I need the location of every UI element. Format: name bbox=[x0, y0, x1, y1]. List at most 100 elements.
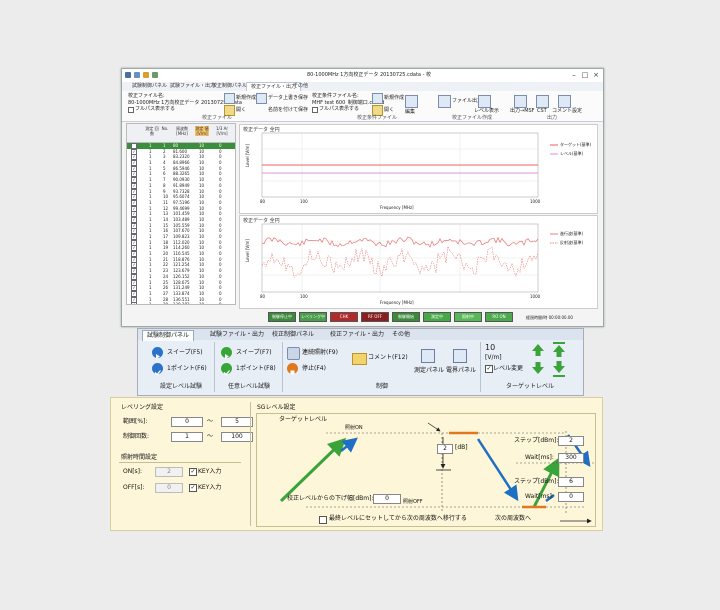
measure-panel-icon[interactable] bbox=[421, 349, 435, 363]
col-header-value[interactable]: 測定 値 [V/m] bbox=[195, 126, 209, 136]
cal-file-label: 校正ファイル名: bbox=[128, 93, 165, 99]
col-header-count[interactable]: 測定 回数 bbox=[145, 126, 159, 136]
divider bbox=[119, 462, 241, 463]
fullpath-checkbox[interactable] bbox=[128, 107, 134, 113]
point-f6-button[interactable]: 1ポイント(F6) bbox=[167, 363, 207, 374]
data-save-label[interactable]: データ上書き保存 bbox=[268, 95, 308, 101]
tab2-cal-file[interactable]: 校正ファイル・出力 bbox=[326, 330, 388, 340]
level-bottom-icon[interactable] bbox=[552, 360, 566, 378]
new-file-icon[interactable] bbox=[224, 93, 235, 104]
sweep-play-icon[interactable] bbox=[152, 347, 163, 359]
chart-bottom-xtick-80: 80 bbox=[260, 294, 266, 299]
field-panel-button[interactable]: 電界パネル bbox=[446, 365, 476, 376]
target-unit: [V/m] bbox=[485, 354, 502, 361]
continuous-icon[interactable] bbox=[287, 347, 300, 360]
level-top-icon[interactable] bbox=[552, 341, 566, 359]
next-freq-label: 次の周波数へ bbox=[495, 515, 532, 522]
open2-label[interactable]: 開く bbox=[384, 107, 394, 113]
new-create2-label[interactable]: 新規作成 bbox=[384, 95, 404, 101]
tab-test-control[interactable]: 試験制御パネル bbox=[128, 82, 171, 91]
off-input[interactable]: 0 bbox=[155, 483, 183, 493]
save-as-label[interactable]: 名前を付けて保存 bbox=[268, 107, 308, 113]
status-ro-on: RO ON bbox=[485, 312, 513, 322]
level-display-icon[interactable] bbox=[478, 95, 491, 108]
cond-file-label: 校正条件ファイル名: bbox=[312, 93, 359, 99]
cst-icon[interactable] bbox=[536, 95, 549, 108]
range-max-input[interactable]: 5 bbox=[221, 417, 253, 427]
output-msf-label[interactable]: 出力→MSF bbox=[510, 108, 535, 114]
comment-icon[interactable] bbox=[352, 353, 367, 365]
close-icon[interactable]: × bbox=[591, 71, 601, 79]
point-f8-button[interactable]: 1ポイント(F8) bbox=[236, 363, 276, 374]
new-create-label[interactable]: 新規作成 bbox=[236, 95, 256, 101]
fullpath2-checkbox[interactable] bbox=[312, 107, 318, 113]
maximize-icon[interactable]: □ bbox=[580, 71, 590, 79]
on-key-label: KEY入力 bbox=[198, 468, 222, 475]
row-checkbox[interactable]: ✓ bbox=[131, 302, 137, 304]
field-panel-icon[interactable] bbox=[453, 349, 467, 363]
comment-setting-label[interactable]: コメント設定 bbox=[552, 108, 582, 114]
status-rf-off: RF OFF bbox=[361, 312, 389, 322]
range-min-input[interactable]: 0 bbox=[171, 417, 203, 427]
status-label: CHK bbox=[339, 314, 349, 319]
level-down-icon[interactable] bbox=[531, 361, 545, 375]
off-key-checkbox[interactable]: ✓ bbox=[189, 484, 197, 492]
wait-input-top[interactable]: 300 bbox=[558, 453, 584, 463]
data-save-icon[interactable] bbox=[256, 93, 267, 104]
col-header-no[interactable]: No. bbox=[160, 126, 170, 131]
save-icon[interactable] bbox=[134, 72, 140, 78]
sweep-f7-button[interactable]: スイープ(F7) bbox=[236, 347, 272, 358]
ribbon-group-cal-file: 校正ファイル bbox=[202, 115, 233, 121]
wait-label-top: Wait[ms]: bbox=[525, 454, 554, 461]
open-label[interactable]: 開く bbox=[236, 107, 246, 113]
col-header-ar[interactable]: 1/3 Ar [V/m] bbox=[213, 126, 231, 136]
tab2-other[interactable]: その他 bbox=[388, 330, 414, 340]
step-input-bottom[interactable]: 6 bbox=[558, 477, 584, 487]
final-level-checkbox[interactable] bbox=[319, 516, 327, 524]
wait-input-bottom[interactable]: 0 bbox=[558, 492, 584, 502]
table-cell: 139.282 bbox=[173, 302, 190, 305]
count-min-input[interactable]: 1 bbox=[171, 432, 203, 442]
tab2-test-file[interactable]: 試験ファイル・出力 bbox=[206, 330, 268, 340]
count-max-input[interactable]: 100 bbox=[221, 432, 253, 442]
cst-label[interactable]: CST bbox=[537, 108, 547, 114]
level-change-checkbox[interactable]: ✓ bbox=[485, 365, 493, 373]
output-msf-icon[interactable] bbox=[514, 95, 527, 108]
new-cond-icon[interactable] bbox=[372, 93, 383, 104]
open-icon[interactable] bbox=[143, 72, 149, 78]
on-input[interactable]: 2 bbox=[155, 467, 183, 477]
legend-top-1: ターゲット(基準) bbox=[560, 142, 592, 147]
db-input[interactable]: 2 bbox=[437, 444, 453, 454]
tab-cal-control[interactable]: 校正制御パネル bbox=[208, 82, 251, 91]
col-header-freq[interactable]: 周波数 [MHz] bbox=[171, 126, 193, 136]
tab-other[interactable]: その他 bbox=[289, 82, 312, 91]
step-input-top[interactable]: 2 bbox=[558, 436, 584, 446]
file-output-icon[interactable] bbox=[438, 95, 451, 108]
measure-panel-button[interactable]: 測定パネル bbox=[414, 365, 444, 376]
lower-input[interactable]: 0 bbox=[373, 494, 401, 504]
edit-label[interactable]: 編集 bbox=[405, 109, 415, 115]
level-up-icon[interactable] bbox=[531, 343, 545, 357]
sweep2-play-icon[interactable] bbox=[221, 347, 232, 359]
undo-icon[interactable] bbox=[152, 72, 158, 78]
sg-diagram bbox=[279, 422, 594, 524]
edit-icon[interactable] bbox=[405, 95, 418, 108]
level-display-label[interactable]: レベル表示 bbox=[474, 108, 499, 114]
db-unit: [dB] bbox=[455, 444, 468, 451]
point2-check-icon[interactable] bbox=[221, 363, 232, 376]
sweep-arrow-2 bbox=[476, 438, 519, 502]
tab2-test-control[interactable]: 試験制御パネル bbox=[142, 330, 195, 341]
target-level-label: ターゲットレベル bbox=[279, 416, 328, 423]
stop-icon[interactable] bbox=[287, 363, 298, 375]
sweep-f5-button[interactable]: スイープ(F5) bbox=[167, 347, 203, 358]
point-check-icon[interactable] bbox=[152, 363, 163, 376]
status-label: 測定中 bbox=[431, 314, 443, 319]
on-key-checkbox[interactable]: ✓ bbox=[189, 468, 197, 476]
table-row[interactable]: ✓ 1 29 139.282 10 0 bbox=[127, 302, 235, 305]
minimize-icon[interactable]: – bbox=[569, 71, 579, 79]
comment-f12-button[interactable]: コメント(F12) bbox=[368, 352, 408, 363]
continuous-f9-button[interactable]: 連続照射(F9) bbox=[302, 347, 338, 358]
comment-setting-icon[interactable] bbox=[558, 95, 571, 108]
tab2-cal-control[interactable]: 校正制御パネル bbox=[268, 330, 318, 340]
stop-f4-button[interactable]: 停止(F4) bbox=[302, 363, 326, 374]
